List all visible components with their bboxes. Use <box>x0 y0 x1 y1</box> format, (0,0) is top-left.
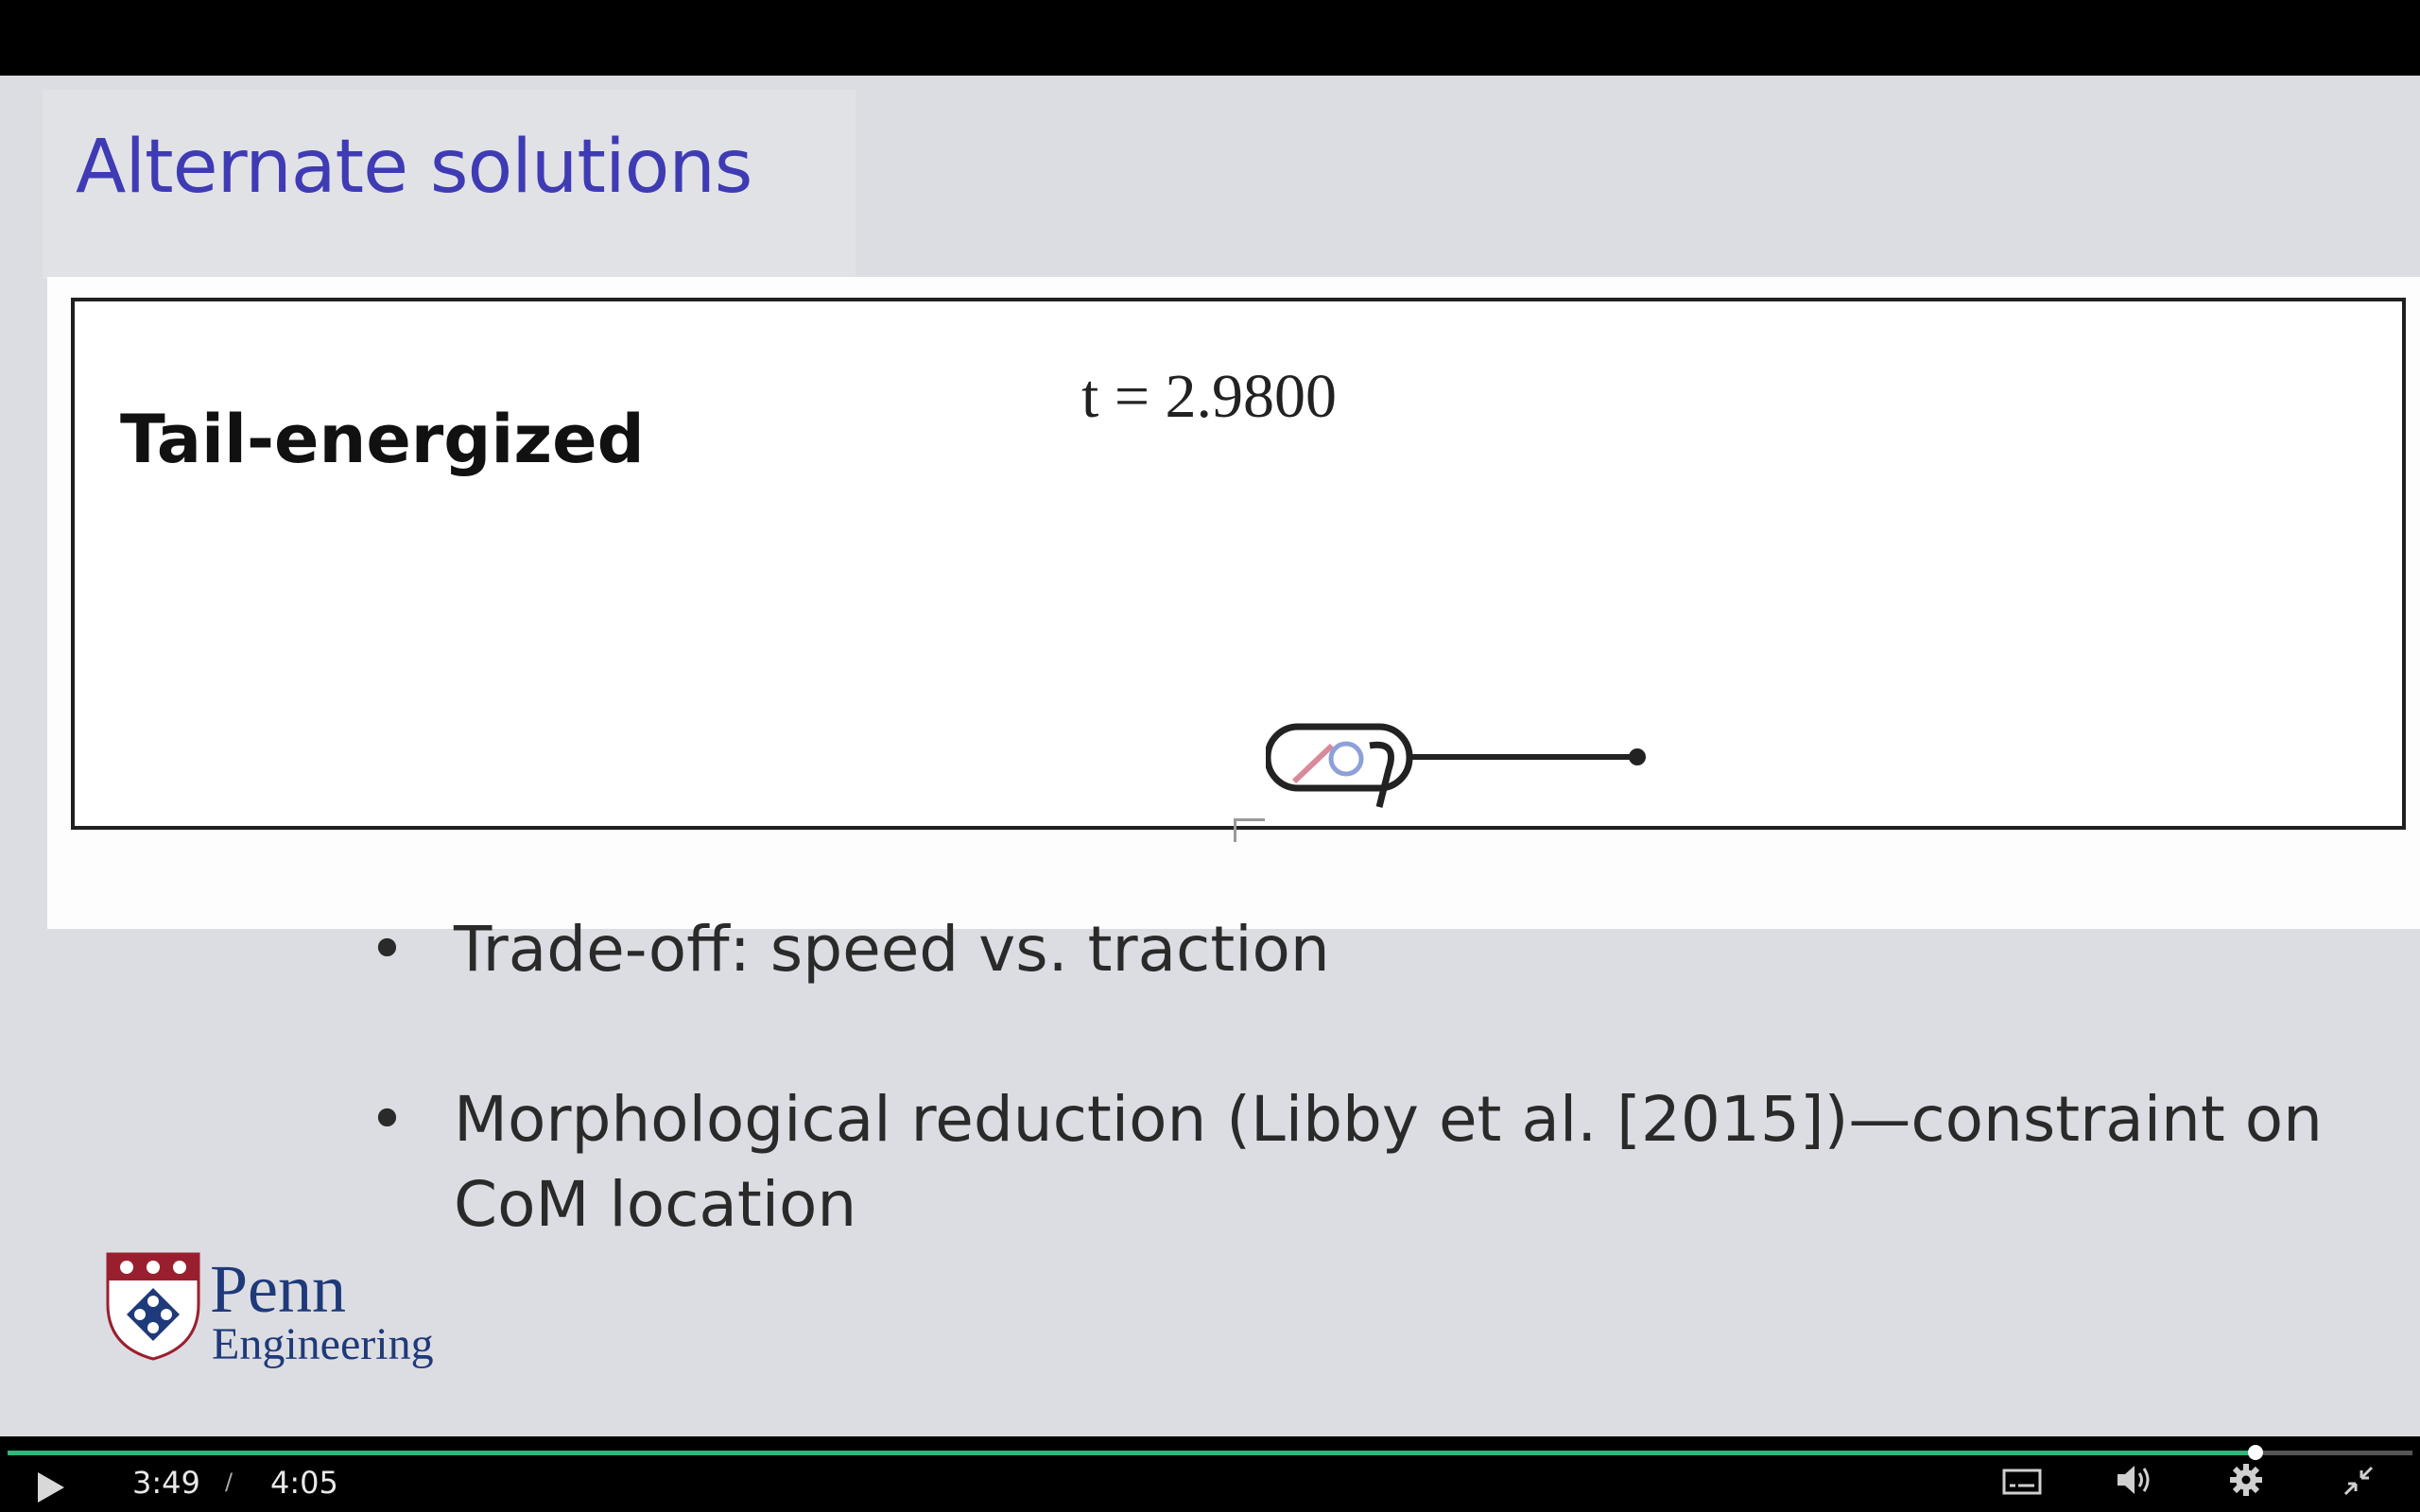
axis-tick <box>1234 818 1265 842</box>
progress-handle[interactable] <box>2247 1445 2263 1460</box>
simulation-panel: Tail-energized t = 2.9800 <box>47 277 2420 929</box>
bullet-dot-icon: • <box>369 913 406 986</box>
settings-button[interactable] <box>2229 1463 2263 1501</box>
bullet-item: • Trade-off: speed vs. traction <box>359 907 2392 992</box>
progress-bar[interactable] <box>8 1445 2412 1460</box>
volume-button[interactable] <box>2116 1463 2153 1501</box>
duration: 4:05 <box>270 1465 338 1501</box>
bullet-dot-icon: • <box>369 1083 406 1156</box>
current-time: 3:49 <box>132 1465 200 1501</box>
simulation-label: Tail-energized <box>120 401 645 478</box>
exit-fullscreen-button[interactable] <box>2342 1465 2375 1501</box>
play-icon <box>38 1472 64 1503</box>
bullet-item: • Morphological reduction (Libby et al. … <box>359 1077 2392 1247</box>
volume-icon <box>2118 1466 2150 1494</box>
bullet-list: • Trade-off: speed vs. traction • Morpho… <box>359 907 2392 1332</box>
player-controls: 3:49 / 4:05 <box>0 1436 2420 1512</box>
bullet-text: Morphological reduction (Libby et al. [2… <box>454 1083 2323 1241</box>
logo-name: Penn <box>210 1251 346 1327</box>
progress-played <box>8 1451 2256 1455</box>
slide-title: Alternate solutions <box>76 125 752 210</box>
play-button[interactable] <box>36 1470 66 1508</box>
video-player[interactable]: Alternate solutions Tail-energized t = 2… <box>0 0 2420 1512</box>
settings-gear-icon <box>2230 1464 2262 1496</box>
bullet-text: Trade-off: speed vs. traction <box>454 913 1330 986</box>
captions-icon <box>2002 1469 2042 1495</box>
time-separator: / <box>225 1469 233 1495</box>
logo-subname: Engineering <box>212 1319 434 1369</box>
exit-fullscreen-icon <box>2343 1466 2374 1496</box>
robot-figure <box>1266 723 1646 808</box>
top-letterbox <box>0 0 2420 76</box>
simulation-time: t = 2.9800 <box>1081 362 1338 431</box>
penn-shield-icon <box>106 1252 200 1361</box>
slide: Alternate solutions Tail-energized t = 2… <box>0 76 2420 1436</box>
penn-engineering-logo: Penn Engineering <box>106 1251 446 1394</box>
captions-button[interactable] <box>2002 1469 2042 1501</box>
simulation-frame: Tail-energized t = 2.9800 <box>71 298 2406 830</box>
